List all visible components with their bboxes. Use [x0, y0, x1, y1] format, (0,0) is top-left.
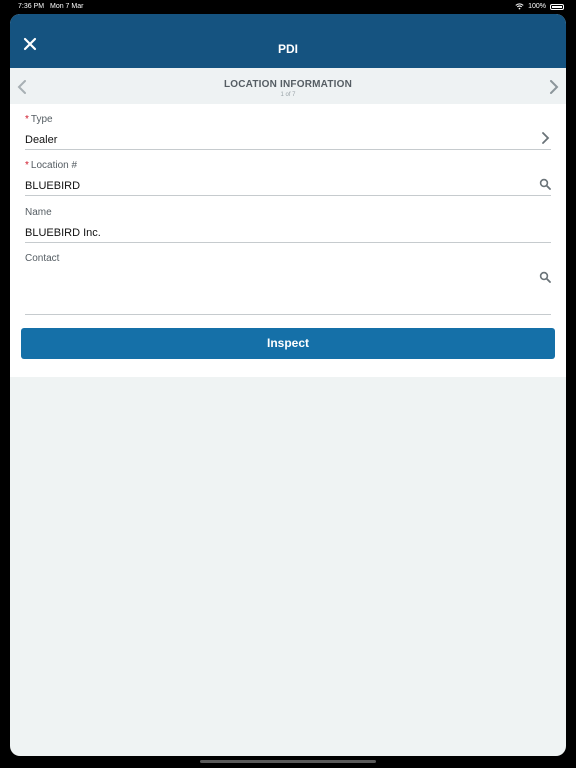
location-form: * Type Dealer * Location # BLUEBIRD Name B…: [10, 104, 566, 377]
home-indicator[interactable]: [200, 760, 376, 763]
chevron-right-icon[interactable]: [549, 80, 559, 94]
battery-icon: [550, 3, 564, 10]
nav-bar: PDI: [10, 14, 566, 68]
contact-field[interactable]: Contact: [25, 253, 551, 315]
type-field[interactable]: * Type Dealer: [25, 114, 551, 150]
section-page-indicator: 1 of 7: [280, 92, 296, 98]
section-title: LOCATION INFORMATION: [223, 79, 353, 90]
status-time: 7:36 PM: [18, 3, 45, 10]
section-header: LOCATION INFORMATION 1 of 7: [10, 68, 566, 104]
name-field[interactable]: Name BLUEBIRD Inc.: [25, 207, 551, 243]
battery-percent: 100%: [528, 3, 546, 10]
search-icon[interactable]: [539, 271, 551, 283]
inspect-button[interactable]: Inspect: [21, 328, 555, 359]
location-value: BLUEBIRD: [25, 180, 81, 192]
wifi-icon: [515, 3, 524, 10]
type-label: * Type: [25, 114, 53, 125]
location-label: * Location #: [25, 160, 78, 171]
contact-label: Contact: [25, 253, 60, 264]
status-bar: 7:36 PM Mon 7 Mar 100%: [0, 0, 576, 14]
name-value: BLUEBIRD Inc.: [25, 227, 101, 239]
page-title: PDI: [277, 42, 298, 56]
status-indicators: 100%: [515, 3, 564, 10]
location-field[interactable]: * Location # BLUEBIRD: [25, 160, 551, 196]
type-value: Dealer: [25, 134, 58, 146]
search-icon[interactable]: [539, 178, 551, 190]
name-label: Name: [25, 207, 52, 218]
status-date: Mon 7 Mar: [50, 3, 84, 10]
pdi-sheet: PDI LOCATION INFORMATION 1 of 7 * Type De…: [10, 14, 566, 756]
chevron-right-icon[interactable]: [539, 132, 551, 144]
